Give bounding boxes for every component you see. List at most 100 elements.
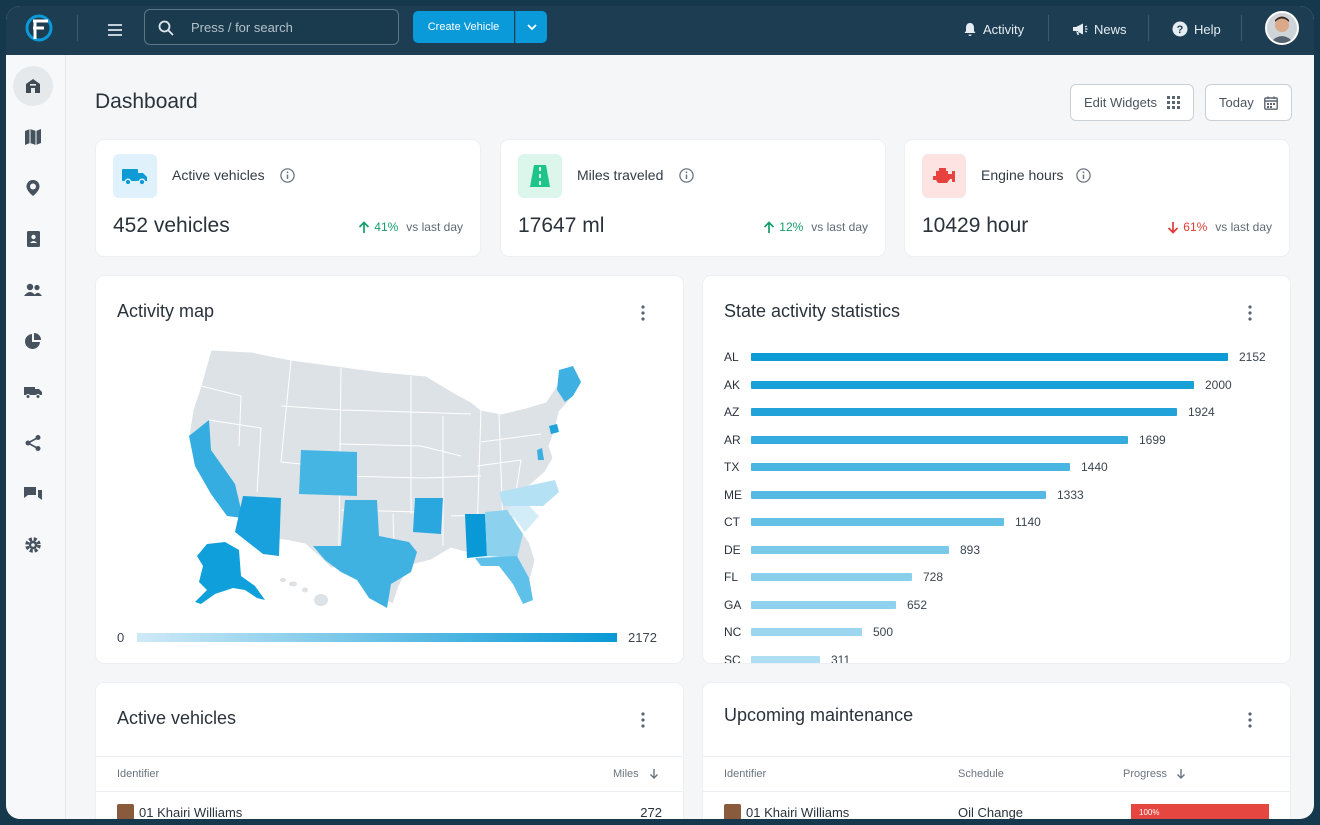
bell-icon [964,22,976,36]
stat-bar [751,655,820,663]
stat-value: 1333 [1057,487,1084,502]
sidebar-item-users[interactable] [13,270,53,310]
create-vehicle-dropdown[interactable] [515,11,547,43]
sort-desc-icon[interactable] [649,768,659,780]
road-icon [530,165,550,187]
stat-row-fl[interactable]: FL 728 [724,568,1284,586]
stat-state-code: FL [724,570,739,584]
more-options-icon[interactable] [636,303,650,323]
stat-value: 1440 [1081,460,1108,474]
stat-bar [751,353,1228,361]
more-options-icon[interactable] [1243,303,1257,323]
edit-widgets-button[interactable]: Edit Widgets [1070,84,1194,121]
stat-row-tx[interactable]: TX 1440 [724,458,1284,476]
kpi-card-engine-hours: Engine hours 10429 hour 61% vs last day [905,140,1289,256]
sidebar-item-messages[interactable] [13,474,53,514]
divider [77,15,78,41]
activity-link[interactable]: Activity [963,18,1024,40]
card-title: Active vehicles [117,708,237,728]
stat-value: 728 [923,570,944,584]
sidebar-item-reports[interactable] [13,321,53,361]
sidebar-item-settings[interactable] [13,525,53,565]
card-title: Upcoming maintenance [724,705,914,725]
sidebar-item-contacts[interactable] [13,219,53,259]
stat-bar [751,435,1128,444]
location-pin-icon [26,180,40,196]
chevron-down-icon [526,24,537,31]
date-range-button[interactable]: Today [1205,84,1292,121]
more-options-icon[interactable] [1243,710,1257,730]
logo-icon[interactable] [24,11,54,45]
stat-row-ct[interactable]: CT 1140 [724,513,1284,531]
kpi-delta-caption: vs last day [811,220,868,234]
column-header-identifier[interactable]: Identifier [117,768,159,780]
svg-text:?: ? [1177,24,1184,36]
kpi-delta-caption: vs last day [1215,220,1272,234]
search-box[interactable] [144,9,399,45]
hamburger-menu-icon[interactable] [104,19,126,41]
divider [1048,15,1049,41]
stat-row-ak[interactable]: AK 2000 [724,376,1284,394]
stat-bar [751,408,1177,416]
kpi-label: Engine hours [981,167,1064,183]
user-avatar[interactable] [1265,11,1299,45]
stat-bar [751,380,1194,389]
page-title: Dashboard [95,90,198,113]
truck-icon [24,387,42,399]
kpi-delta: 41% vs last day [358,220,463,234]
vehicle-thumbnail [117,804,134,819]
home-icon [26,79,40,93]
stat-state-code: DE [724,542,741,557]
table-row[interactable]: 01 Khairi Williams 272 [96,792,683,819]
kpi-value: 452 vehicles [113,214,230,237]
kpi-value: 10429 hour [922,214,1029,237]
news-label: News [1094,21,1127,37]
search-input[interactable] [191,10,391,44]
active-vehicles-card: Active vehicles Identifier Miles 01 Khai… [96,683,683,819]
sidebar [6,55,66,819]
info-icon[interactable] [679,168,694,183]
search-icon [158,20,174,36]
sidebar-item-locations[interactable] [13,168,53,208]
column-header-schedule[interactable]: Schedule [958,768,1004,780]
stat-row-ga[interactable]: GA 652 [724,596,1284,614]
column-header-progress[interactable]: Progress [1123,768,1167,780]
help-link[interactable]: ? Help [1172,18,1221,40]
table-row[interactable]: 01 Khairi Williams Oil Change 100% [703,792,1290,819]
sidebar-item-home[interactable] [13,66,53,106]
sidebar-item-share[interactable] [13,423,53,463]
stat-row-ar[interactable]: AR 1699 [724,431,1284,449]
kpi-label: Miles traveled [577,167,664,183]
stat-row-de[interactable]: DE 893 [724,541,1284,559]
column-header-identifier[interactable]: Identifier [724,768,766,780]
stat-row-al[interactable]: AL 2152 [724,348,1284,366]
us-map[interactable] [181,346,611,616]
news-link[interactable]: News [1072,18,1127,40]
stat-value: 500 [873,625,894,639]
info-icon[interactable] [1076,168,1091,183]
create-vehicle-button[interactable]: Create Vehicle [413,11,514,43]
chat-icon [24,487,42,500]
sidebar-item-vehicles[interactable] [13,372,53,412]
legend-gradient-bar [137,633,617,642]
calendar-icon [1263,96,1278,110]
info-icon[interactable] [280,168,295,183]
card-title: State activity statistics [724,301,901,321]
column-header-miles[interactable]: Miles [613,768,639,780]
kpi-value: 17647 ml [518,214,605,237]
arrow-up-icon [764,220,775,233]
sort-desc-icon[interactable] [1176,768,1186,780]
stat-bar [751,490,1046,499]
stat-row-me[interactable]: ME 1333 [724,486,1284,504]
sidebar-item-map[interactable] [13,117,53,157]
stat-row-nc[interactable]: NC 500 [724,623,1284,641]
kpi-delta-percent: 12% [779,220,804,234]
more-options-icon[interactable] [636,710,650,730]
stat-bar [751,628,862,636]
state-hawaii [280,578,328,606]
stat-row-az[interactable]: AZ 1924 [724,403,1284,421]
state-alaska [195,542,265,604]
stat-state-code: AL [724,350,739,364]
kpi-delta-percent: 61% [1183,220,1208,234]
stat-row-sc[interactable]: SC 311 [724,651,1284,663]
